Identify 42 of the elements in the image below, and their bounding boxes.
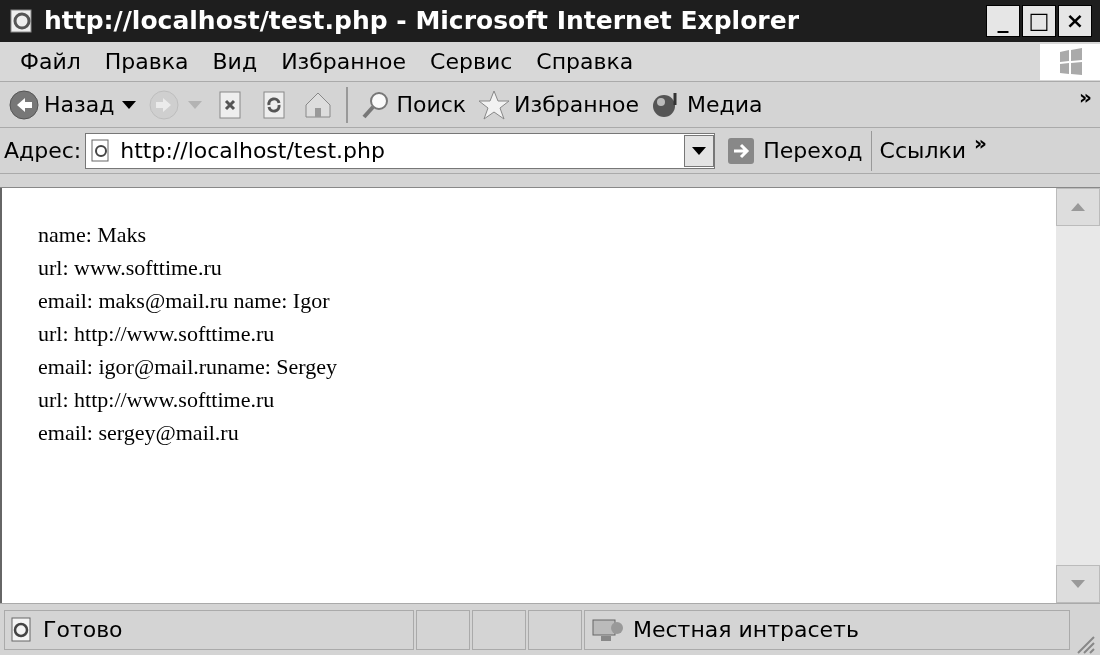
status-pane: Местная интрасеть [584, 609, 1070, 650]
address-field[interactable]: http://localhost/test.php [85, 132, 716, 169]
links-button[interactable]: Ссылки [875, 134, 971, 167]
status-pane [472, 609, 526, 650]
text-line: url: http://www.softtime.ru [38, 320, 276, 348]
text-line: email: sergey@mail.ru [38, 419, 240, 447]
status-pane [528, 609, 582, 650]
text-line: url: http://www.softtime.ru [38, 386, 276, 414]
menu-item[interactable]: Файл [8, 45, 93, 78]
scroll-down-button[interactable] [1056, 565, 1100, 603]
star-icon [478, 88, 511, 121]
window-title: http://localhost/test.php - Microsoft Internet Explorer [44, 5, 800, 38]
caret-icon [122, 100, 137, 109]
scrollbar[interactable] [1056, 188, 1100, 603]
menu-item[interactable]: Вид [200, 45, 270, 78]
menu-item[interactable]: Правка [92, 45, 201, 78]
menu-item[interactable]: Сервис [418, 45, 525, 78]
up-arrow-icon [1071, 203, 1085, 211]
caret-icon [188, 100, 203, 109]
links-overflow-button[interactable]: » [974, 128, 987, 158]
scroll-up-button[interactable] [1056, 188, 1100, 226]
text-line: url: www.softtime.ru [38, 254, 223, 282]
address-label: Адрес: [4, 137, 82, 165]
text-line: email: maks@mail.ru name: Igor [38, 287, 331, 315]
down-arrow-icon [1071, 580, 1085, 588]
caret-icon [692, 146, 707, 155]
close-button[interactable]: × [1058, 5, 1092, 37]
text-line: name: Maks [38, 221, 148, 249]
menu-item[interactable]: Избранное [269, 45, 419, 78]
status-pane: Готово [4, 609, 414, 650]
search-button[interactable]: Поиск [356, 84, 471, 125]
menu-item[interactable]: Справка [524, 45, 646, 78]
back-button[interactable]: Назад [4, 84, 141, 125]
status-pane [416, 609, 470, 650]
favorites-button[interactable]: Избранное [474, 84, 644, 125]
toolbar-overflow-button[interactable]: » [1079, 82, 1092, 112]
text-line: email: igor@mail.runame: Sergey [38, 353, 339, 381]
dropdown-button[interactable] [684, 134, 715, 167]
go-button[interactable]: Переход [719, 130, 872, 171]
maximize-button[interactable]: □ [1022, 5, 1056, 37]
minimize-button[interactable]: _ [986, 5, 1020, 37]
media-button[interactable]: Медиа [647, 84, 767, 125]
